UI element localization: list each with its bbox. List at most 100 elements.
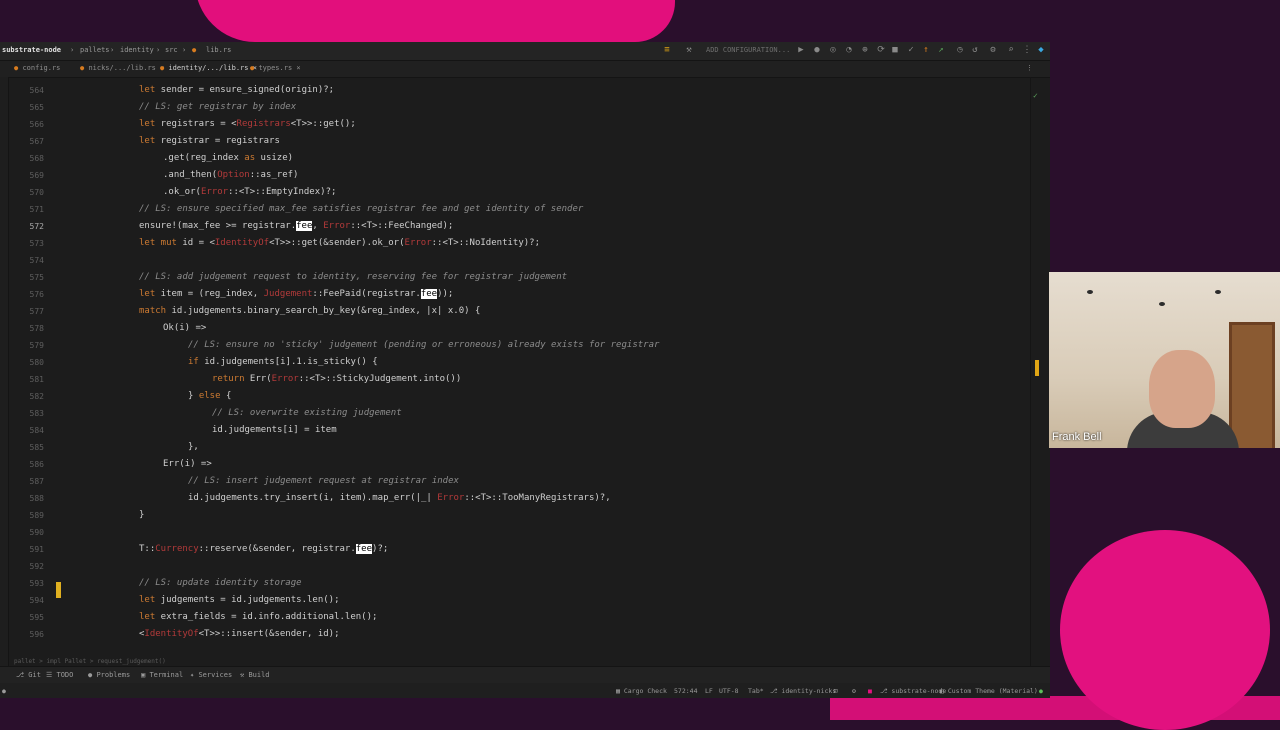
more-icon[interactable]: ⋮ bbox=[1026, 64, 1033, 72]
ceiling-light bbox=[1159, 302, 1165, 306]
profile-icon[interactable]: ◔ bbox=[844, 45, 854, 55]
more-icon[interactable]: ⋮ bbox=[1022, 45, 1032, 55]
vcs-icon[interactable]: ≡ bbox=[662, 45, 672, 55]
tab-config-rs[interactable]: ● config.rs bbox=[14, 64, 60, 72]
status-bar: ● ▦ Cargo Check 572:44 LF UTF-8 Tab* ⎇ i… bbox=[0, 683, 1050, 698]
cursor-position[interactable]: 572:44 bbox=[674, 687, 697, 695]
file-encoding[interactable]: UTF-8 bbox=[719, 687, 739, 695]
code-line: let extra_fields = id.info.additional.le… bbox=[139, 612, 378, 622]
code-line: let item = (reg_index, Judgement::FeePai… bbox=[139, 289, 454, 299]
project-branch[interactable]: ⎇ substrate-node bbox=[880, 687, 946, 695]
add-configuration-button[interactable]: ADD CONFIGURATION... bbox=[706, 46, 790, 54]
editor-scrollbar[interactable]: ✓ bbox=[1030, 77, 1051, 667]
chevron-right-icon: › bbox=[70, 46, 75, 54]
code-breadcrumb[interactable]: pallet > impl Pallet > request_judgement… bbox=[0, 656, 1030, 666]
code-comment: // LS: overwrite existing judgement bbox=[212, 408, 402, 418]
code-comment: // LS: get registrar by index bbox=[139, 102, 297, 112]
code-comment: // LS: ensure no 'sticky' judgement (pen… bbox=[188, 340, 660, 350]
webcam-video: Frank Bell bbox=[1049, 272, 1280, 448]
code-line: Err(i) => bbox=[163, 459, 212, 469]
code-comment: // LS: insert judgement request at regis… bbox=[188, 476, 459, 486]
coverage-icon[interactable]: ◎ bbox=[828, 45, 838, 55]
code-comment: // LS: ensure specified max_fee satisfie… bbox=[139, 204, 584, 214]
rust-file-icon: ● bbox=[192, 46, 197, 54]
lock-icon[interactable]: ⊡ bbox=[834, 687, 838, 695]
rollback-icon[interactable]: ↺ bbox=[970, 45, 980, 55]
tab-nicks-lib-rs[interactable]: ● nicks/.../lib.rs × bbox=[80, 64, 164, 72]
git-branch[interactable]: ⎇ identity-nicks bbox=[770, 687, 836, 695]
breadcrumb-identity[interactable]: identity bbox=[120, 46, 154, 54]
run-icon[interactable]: ▶ bbox=[796, 45, 806, 55]
tab-types-rs[interactable]: ● types.rs × bbox=[250, 64, 301, 72]
reload-icon[interactable]: ⟳ bbox=[876, 45, 886, 55]
stop-icon[interactable]: ■ bbox=[890, 45, 900, 55]
tool-todo[interactable]: ☰ TODO bbox=[46, 671, 73, 679]
door-image bbox=[1229, 322, 1275, 448]
git-update-icon[interactable]: ✓ bbox=[906, 45, 916, 55]
tool-build[interactable]: ⚒ Build bbox=[240, 671, 270, 679]
tool-problems[interactable]: ● Problems bbox=[88, 671, 130, 679]
code-editor[interactable]: let sender = ensure_signed(origin)?; // … bbox=[0, 77, 1030, 667]
ceiling-light bbox=[1087, 290, 1093, 294]
participant-name: Frank Bell bbox=[1052, 431, 1102, 443]
terminal-icon: ▣ bbox=[141, 671, 146, 679]
code-line: } bbox=[139, 510, 145, 520]
code-comment: // LS: add judgement request to identity… bbox=[139, 272, 568, 282]
breadcrumb-file[interactable]: lib.rs bbox=[206, 46, 231, 54]
check-icon: ✓ bbox=[1033, 91, 1038, 100]
decorative-pink-shape-bottom-right bbox=[1060, 530, 1270, 730]
services-icon: ✦ bbox=[190, 671, 195, 679]
code-line: if id.judgements[i].1.is_sticky() { bbox=[188, 357, 378, 367]
code-line: id.judgements.try_insert(i, item).map_er… bbox=[188, 493, 611, 503]
chevron-right-icon: › bbox=[182, 46, 187, 54]
code-line: <IdentityOf<T>>::insert(&sender, id); bbox=[139, 629, 340, 639]
git-icon: ⎇ bbox=[16, 671, 25, 679]
indent-setting[interactable]: Tab* bbox=[748, 687, 764, 695]
chevron-right-icon: › bbox=[156, 46, 161, 54]
settings-icon[interactable]: ⚙ bbox=[988, 45, 998, 55]
code-line: let registrar = registrars bbox=[139, 136, 280, 146]
code-line: id.judgements[i] = item bbox=[212, 425, 337, 435]
code-line: .ok_or(Error::<T>::EmptyIndex)?; bbox=[163, 187, 337, 197]
tool-git[interactable]: ⎇ Git bbox=[16, 671, 41, 679]
close-icon[interactable]: × bbox=[296, 64, 300, 72]
search-highlight: fee bbox=[296, 221, 313, 231]
plugin-icon[interactable]: ◆ bbox=[1036, 45, 1046, 55]
code-line: ensure!(max_fee >= registrar.fee, Error:… bbox=[139, 221, 454, 231]
theme-selector[interactable]: ◧ Custom Theme (Material) bbox=[940, 687, 1038, 695]
cargo-check-status[interactable]: ▦ Cargo Check bbox=[616, 687, 667, 695]
tab-identity-lib-rs[interactable]: ● identity/.../lib.rs × bbox=[160, 64, 257, 72]
code-line: Ok(i) => bbox=[163, 323, 207, 333]
tool-terminal[interactable]: ▣ Terminal bbox=[141, 671, 183, 679]
palette-icon: ◧ bbox=[940, 687, 944, 695]
debug-icon[interactable]: ● bbox=[812, 45, 822, 55]
decorative-pink-shape-top bbox=[195, 0, 675, 42]
code-line: let registrars = <Registrars<T>>::get(); bbox=[139, 119, 356, 129]
notifications-icon[interactable]: ⚙ bbox=[852, 687, 856, 695]
status-indicator-icon[interactable]: ● bbox=[2, 687, 6, 695]
breadcrumb-src[interactable]: src bbox=[165, 46, 178, 54]
scroll-marker[interactable] bbox=[1035, 360, 1039, 376]
git-commit-icon[interactable]: ↑ bbox=[921, 45, 931, 55]
git-push-icon[interactable]: ↗ bbox=[936, 45, 946, 55]
code-line: return Err(Error::<T>::StickyJudgement.i… bbox=[212, 374, 462, 384]
branch-icon: ⎇ bbox=[770, 687, 778, 695]
cargo-icon: ▦ bbox=[616, 687, 620, 695]
tool-services[interactable]: ✦ Services bbox=[190, 671, 232, 679]
attach-icon[interactable]: ⊕ bbox=[860, 45, 870, 55]
code-comment: // LS: update identity storage bbox=[139, 578, 302, 588]
branch-icon: ⎇ bbox=[880, 687, 888, 695]
search-highlight: fee bbox=[420, 289, 438, 299]
tool-window-bar: ⎇ Git ☰ TODO ● Problems ▣ Terminal ✦ Ser… bbox=[0, 666, 1050, 683]
project-badge-icon: ■ bbox=[868, 687, 872, 695]
build-icon: ⚒ bbox=[240, 671, 245, 679]
code-line: let sender = ensure_signed(origin)?; bbox=[139, 85, 335, 95]
code-line: match id.judgements.binary_search_by_key… bbox=[139, 306, 481, 316]
search-icon[interactable]: ⌕ bbox=[1006, 45, 1016, 55]
breadcrumb-pallets[interactable]: pallets bbox=[80, 46, 110, 54]
history-icon[interactable]: ◷ bbox=[955, 45, 965, 55]
hammer-icon[interactable]: ⚒ bbox=[684, 45, 694, 55]
code-line: .get(reg_index as usize) bbox=[163, 153, 294, 163]
breadcrumb-project[interactable]: substrate-node bbox=[2, 46, 61, 54]
line-separator[interactable]: LF bbox=[705, 687, 713, 695]
